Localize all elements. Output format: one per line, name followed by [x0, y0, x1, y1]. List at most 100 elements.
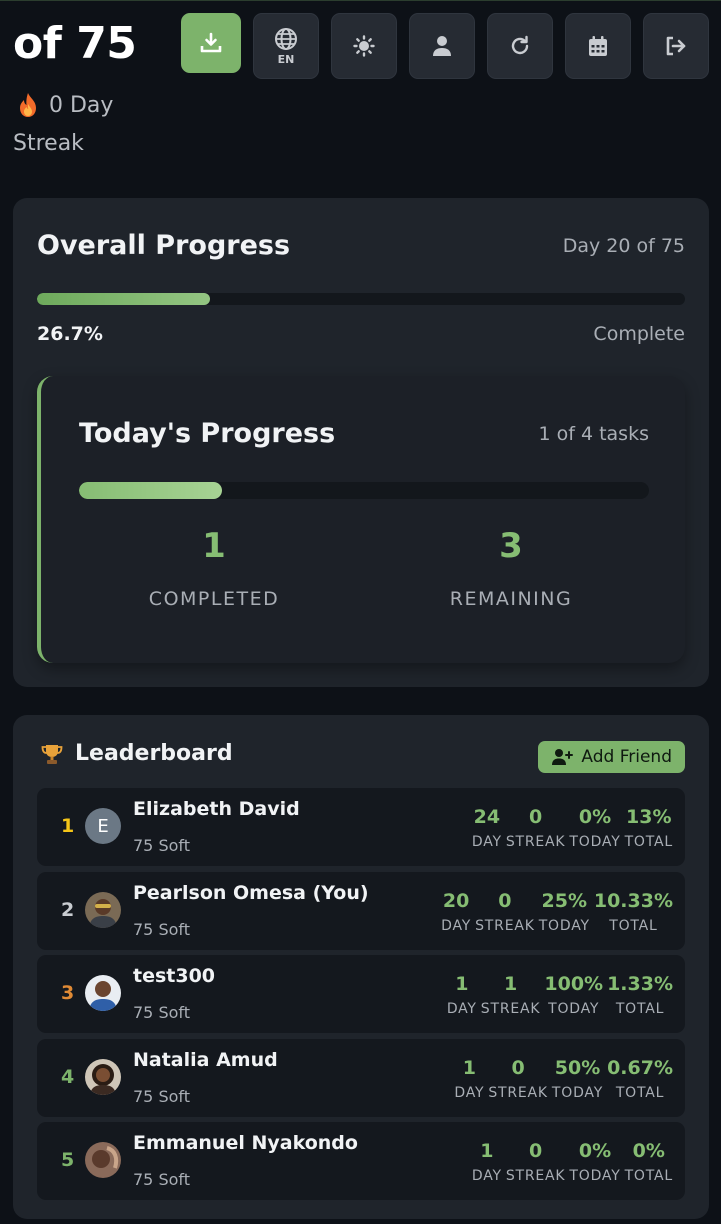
- flame-icon: [20, 93, 36, 117]
- rank-number: 5: [61, 1149, 75, 1172]
- user-name: Elizabeth David: [133, 798, 300, 820]
- overall-progress-card: Overall Progress Day 20 of 75 26.7% Comp…: [13, 198, 709, 687]
- streak-label: STREAK: [505, 834, 566, 850]
- today-label: TODAY: [551, 1084, 604, 1101]
- add-friend-label: Add Friend: [581, 747, 672, 767]
- calendar-icon: [589, 36, 607, 56]
- avatar: [85, 975, 121, 1012]
- streak-value: 0: [529, 806, 543, 828]
- user-name: test300: [133, 965, 216, 988]
- download-icon: [200, 32, 222, 53]
- streak-value: 0: [529, 1140, 543, 1163]
- user-photo-icon: [85, 1142, 121, 1179]
- streak-indicator: 0 Day: [17, 92, 113, 118]
- overall-progress-title: Overall Progress: [37, 230, 291, 261]
- leaderboard-row[interactable]: 2 Pearlson Omesa (You) 75 Soft 20 DAY 0 ST…: [37, 871, 685, 950]
- sun-icon: [353, 35, 375, 57]
- remaining-label: REMAINING: [449, 588, 573, 610]
- user-name: Pearlson Omesa (You): [133, 881, 369, 904]
- leaderboard-row[interactable]: 5 Emmanuel Nyakondo 75 Soft 1 DAY 0 STREAK…: [37, 1122, 685, 1201]
- total-value: 1.33%: [607, 973, 673, 996]
- avatar: [85, 891, 121, 928]
- page-title: of 75: [13, 18, 137, 69]
- total-label: TOTAL: [624, 834, 673, 850]
- today-label: TODAY: [569, 834, 621, 850]
- user-stats: 24 DAY 0 STREAK 0% TODAY 13% TOTAL: [468, 804, 673, 850]
- streak-value: 0: [511, 1056, 525, 1079]
- today-progress-title: Today's Progress: [79, 418, 336, 449]
- user-photo-icon: [85, 1058, 121, 1095]
- today-value: 0%: [578, 1140, 612, 1163]
- header: of 75 0 Day Streak EN: [0, 0, 721, 180]
- streak-value: 0 Day: [49, 92, 114, 118]
- leaderboard-row[interactable]: 4 Natalia Amud 75 Soft 1 DAY 0 STREAK 50% T…: [37, 1038, 685, 1117]
- day-label: DAY: [441, 917, 472, 934]
- day-label: DAY: [471, 834, 502, 850]
- overall-percent: 26.7%: [37, 323, 103, 345]
- today-value: 25%: [541, 889, 588, 912]
- user-plan: 75 Soft: [133, 919, 191, 939]
- day-value: 1: [480, 1140, 494, 1163]
- overall-day-counter: Day 20 of 75: [562, 235, 685, 257]
- user-stats: 1 DAY 0 STREAK 0% TODAY 0% TOTAL: [468, 1138, 673, 1184]
- day-value: 1: [455, 973, 469, 996]
- total-value: 13%: [626, 806, 672, 828]
- avatar: E: [85, 808, 121, 844]
- day-label: DAY: [471, 1168, 502, 1185]
- user-photo-icon: [85, 891, 121, 928]
- today-progress-bar: [79, 482, 649, 499]
- trophy-icon: [41, 744, 63, 764]
- user-stats: 1 DAY 0 STREAK 50% TODAY 0.67% TOTAL: [450, 1055, 673, 1101]
- streak-value: 1: [503, 973, 518, 996]
- total-value: 0.67%: [607, 1056, 673, 1079]
- day-value: 24: [473, 806, 501, 828]
- profile-button[interactable]: [409, 13, 475, 79]
- leaderboard-header: Leaderboard: [41, 741, 233, 766]
- leaderboard-row[interactable]: 3 test300 75 Soft 1 DAY 1 STREAK 100% TODAY…: [37, 955, 685, 1034]
- completed-value: 1: [202, 526, 226, 566]
- overall-complete-label: Complete: [593, 323, 685, 345]
- language-button[interactable]: EN: [253, 13, 319, 79]
- remaining-value: 3: [499, 526, 523, 566]
- day-label: DAY: [446, 1001, 477, 1018]
- avatar: [85, 1058, 121, 1095]
- day-label: DAY: [454, 1084, 485, 1101]
- overall-progress-fill: [37, 293, 211, 305]
- leaderboard-card: Leaderboard Add Friend 1 E Elizabeth Dav…: [13, 715, 709, 1219]
- total-label: TOTAL: [615, 1001, 665, 1018]
- remaining-stat: 3 REMAINING: [391, 526, 631, 610]
- refresh-icon: [511, 35, 529, 55]
- user-plan: 75 Soft: [133, 836, 191, 855]
- streak-value: 0: [498, 889, 512, 912]
- add-friend-button[interactable]: Add Friend: [538, 741, 685, 773]
- today-label: TODAY: [538, 917, 590, 934]
- refresh-button[interactable]: [487, 13, 553, 79]
- total-label: TOTAL: [609, 917, 658, 934]
- day-value: 1: [462, 1056, 476, 1079]
- toolbar: EN: [181, 13, 709, 79]
- user-icon: [433, 36, 451, 56]
- rank-number: 4: [61, 1065, 75, 1088]
- streak-label: STREAK: [475, 917, 535, 934]
- today-value: 100%: [544, 973, 604, 996]
- streak-label: STREAK: [480, 1001, 541, 1018]
- download-button[interactable]: [181, 13, 241, 73]
- leaderboard-row[interactable]: 1 E Elizabeth David 75 Soft 24 DAY 0 STREA…: [37, 788, 685, 866]
- leaderboard-list: 1 E Elizabeth David 75 Soft 24 DAY 0 STREA…: [37, 788, 685, 1206]
- completed-label: COMPLETED: [148, 588, 280, 610]
- theme-button[interactable]: [331, 13, 397, 79]
- rank-number: 1: [61, 815, 75, 837]
- add-user-icon: [552, 749, 574, 765]
- today-value: 0%: [578, 806, 612, 828]
- total-label: TOTAL: [624, 1168, 673, 1185]
- day-value: 20: [442, 889, 470, 912]
- logout-button[interactable]: [643, 13, 709, 79]
- logout-icon: [666, 36, 686, 56]
- today-tasks-count: 1 of 4 tasks: [538, 423, 649, 445]
- today-progress-fill: [79, 482, 222, 499]
- streak-label: STREAK: [488, 1084, 548, 1101]
- today-label: TODAY: [548, 1001, 600, 1018]
- calendar-button[interactable]: [565, 13, 631, 79]
- user-name: Natalia Amud: [133, 1048, 278, 1071]
- total-value: 0%: [632, 1140, 665, 1163]
